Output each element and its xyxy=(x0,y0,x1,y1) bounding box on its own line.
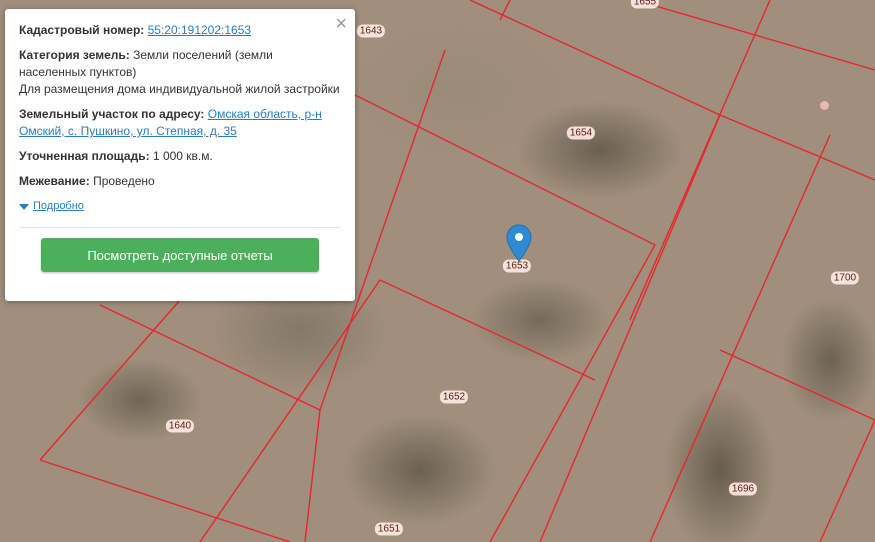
triangle-down-icon xyxy=(19,203,29,210)
cadastral-row: Кадастровый номер: 55:20:191202:1653 xyxy=(19,22,341,39)
details-toggle[interactable]: Подробно xyxy=(19,198,341,215)
parcel-label-1643[interactable]: 1643 xyxy=(356,24,386,38)
survey-label: Межевание: xyxy=(19,174,90,188)
parcel-label-1700[interactable]: 1700 xyxy=(830,271,860,285)
area-value: 1 000 кв.м. xyxy=(152,149,213,163)
view-reports-button[interactable]: Посмотреть доступные отчеты xyxy=(41,238,319,272)
parcel-label-1640[interactable]: 1640 xyxy=(165,419,195,433)
parcel-info-popup: × Кадастровый номер: 55:20:191202:1653 К… xyxy=(5,9,355,301)
category-label: Категория земель: xyxy=(19,48,130,62)
usage-value: Для размещения дома индивидуальной жилой… xyxy=(19,82,340,96)
divider xyxy=(19,227,341,228)
address-label: Земельный участок по адресу: xyxy=(19,107,205,121)
address-row: Земельный участок по адресу: Омская обла… xyxy=(19,106,341,140)
satellite-map[interactable]: 1643 1655 1654 1653 1700 1652 1640 1696 … xyxy=(0,0,875,542)
location-pin-icon[interactable] xyxy=(506,224,532,262)
survey-row: Межевание: Проведено xyxy=(19,173,341,190)
parcel-label-1652[interactable]: 1652 xyxy=(439,390,469,404)
area-label: Уточненная площадь: xyxy=(19,149,150,163)
parcel-label-1651[interactable]: 1651 xyxy=(374,522,404,536)
parcel-label-1654[interactable]: 1654 xyxy=(566,126,596,140)
parcel-label-1655[interactable]: 1655 xyxy=(630,0,660,9)
area-row: Уточненная площадь: 1 000 кв.м. xyxy=(19,148,341,165)
close-icon[interactable]: × xyxy=(335,14,347,34)
details-link[interactable]: Подробно xyxy=(33,198,84,215)
parcel-label-1696[interactable]: 1696 xyxy=(728,482,758,496)
cadastral-link[interactable]: 55:20:191202:1653 xyxy=(148,23,251,37)
survey-value: Проведено xyxy=(93,174,155,188)
cadastral-label: Кадастровый номер: xyxy=(19,23,145,37)
map-dot xyxy=(820,101,829,110)
category-row: Категория земель: Земли поселений (земли… xyxy=(19,47,341,98)
